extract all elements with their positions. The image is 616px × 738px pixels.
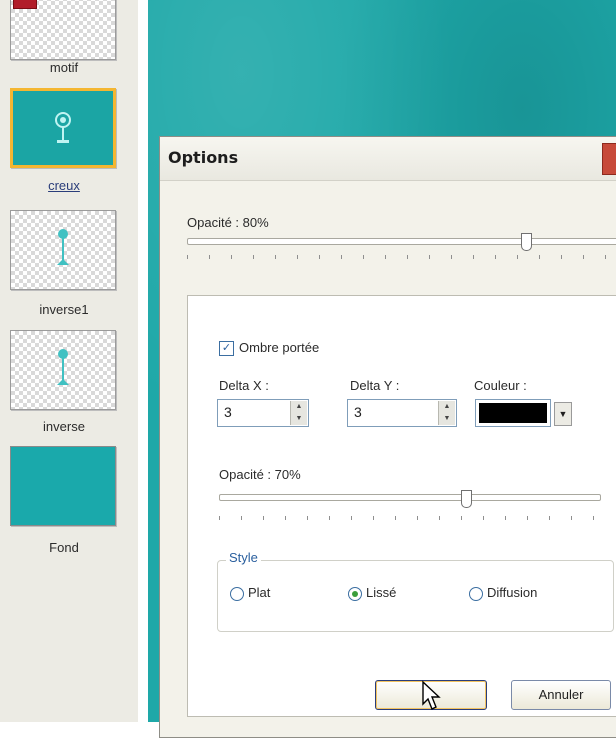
style-fieldset	[217, 560, 614, 632]
opacity-top-label: Opacité : 80%	[187, 215, 269, 230]
layer-thumb-inverse1[interactable]	[10, 210, 116, 290]
close-button[interactable]	[602, 143, 616, 175]
layer-thumb-creux[interactable]	[10, 88, 116, 168]
opacity-top-thumb[interactable]	[521, 233, 532, 251]
style-legend: Style	[226, 550, 261, 565]
radio-plat[interactable]	[230, 587, 244, 601]
layer-label-motif: motif	[49, 60, 79, 75]
layer-thumb-fond[interactable]	[10, 446, 116, 526]
layer-label-creux: creux	[48, 178, 80, 193]
color-swatch[interactable]	[475, 399, 551, 427]
delta-y-value: 3	[354, 404, 362, 420]
radio-diffusion[interactable]	[469, 587, 483, 601]
opacity-inner-track[interactable]	[219, 494, 601, 501]
options-dialog: Options Opacité : 80% ✓ Ombre portée Del…	[159, 136, 616, 738]
delta-y-spinner-icon[interactable]: ▲ ▼	[438, 401, 455, 425]
chevron-down-icon[interactable]: ▼	[554, 402, 572, 426]
layers-panel: motif creux inverse1 inverse Fond	[0, 0, 138, 722]
dialog-title: Options	[168, 148, 239, 167]
delta-x-label: Delta X :	[219, 378, 269, 393]
cancel-button[interactable]: Annuler	[511, 680, 611, 710]
color-fill	[479, 403, 547, 423]
radio-diffusion-label: Diffusion	[487, 585, 538, 600]
motif-badge-icon	[13, 0, 37, 9]
layer-label-inverse1: inverse1	[39, 302, 89, 317]
shadow-checkbox-label: Ombre portée	[239, 340, 320, 355]
layer-thumb-inverse[interactable]	[10, 330, 116, 410]
opacity-inner-label: Opacité : 70%	[219, 467, 301, 482]
panel-divider	[138, 0, 148, 722]
opacity-inner-ticks	[219, 516, 599, 520]
shadow-group-box	[187, 295, 616, 717]
delta-x-spinner-icon[interactable]: ▲ ▼	[290, 401, 307, 425]
delta-y-input[interactable]: 3 ▲ ▼	[347, 399, 457, 427]
layer-label-fond: Fond	[49, 540, 79, 555]
mouse-pointer-icon	[422, 680, 441, 710]
opacity-top-track[interactable]	[187, 238, 616, 245]
delta-y-label: Delta Y :	[350, 378, 400, 393]
opacity-top-ticks	[187, 255, 616, 259]
delta-x-value: 3	[224, 404, 232, 420]
radio-selected-dot	[352, 591, 358, 597]
tree-icon	[57, 349, 69, 385]
delta-x-input[interactable]: 3 ▲ ▼	[217, 399, 309, 427]
tree-icon	[55, 112, 71, 143]
dialog-titlebar[interactable]: Options	[160, 137, 616, 181]
radio-lisse[interactable]	[348, 587, 362, 601]
layer-thumb-motif[interactable]	[10, 0, 116, 60]
radio-plat-label: Plat	[248, 585, 271, 600]
shadow-checkbox[interactable]: ✓	[219, 341, 234, 356]
tree-icon	[57, 229, 69, 265]
radio-lisse-label: Lissé	[366, 585, 397, 600]
layer-label-inverse: inverse	[43, 419, 85, 434]
opacity-inner-thumb[interactable]	[461, 490, 472, 508]
color-label: Couleur :	[474, 378, 527, 393]
